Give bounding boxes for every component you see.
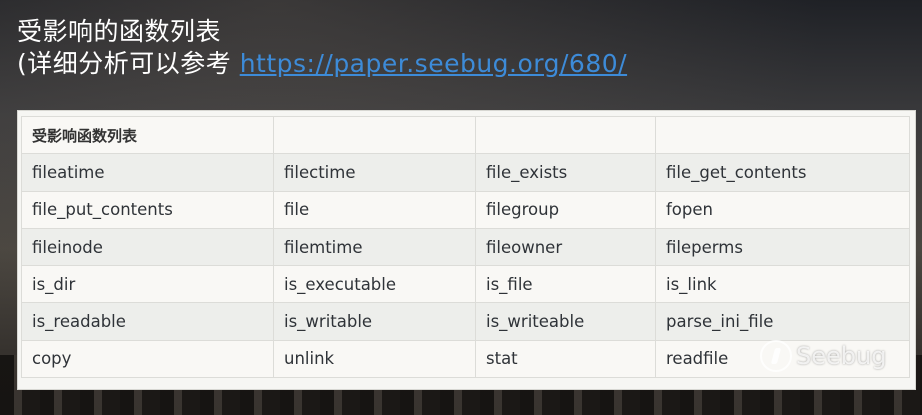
table-cell: parse_ini_file [655, 302, 910, 341]
table-cell: stat [475, 339, 656, 379]
table-row: fileinode filemtime fileowner fileperms [21, 227, 910, 267]
table-cell: copy [21, 339, 274, 379]
table-header-cell [475, 115, 656, 155]
table-row: fileatime filectime file_exists file_get… [21, 153, 910, 192]
table-cell: is_writeable [475, 302, 656, 341]
table-cell: file_get_contents [655, 153, 910, 192]
seebug-logo-icon [760, 340, 792, 372]
table-cell: filectime [273, 153, 476, 192]
table-cell: is_readable [21, 302, 274, 341]
table-row: file_put_contents file filegroup fopen [21, 190, 910, 229]
table-cell: filemtime [273, 227, 476, 267]
table-header-cell [655, 115, 910, 155]
table-cell: file [273, 190, 476, 229]
function-table: 受影响函数列表 fileatime filectime file_exists … [21, 115, 910, 379]
table-cell: fileinode [21, 227, 274, 267]
title-line-2: (详细分析可以参考 https://paper.seebug.org/680/ [17, 48, 627, 80]
title-line-1: 受影响的函数列表 [17, 17, 222, 46]
table-header-cell [273, 115, 476, 155]
table-cell: is_dir [21, 265, 274, 304]
table-cell: fileperms [655, 227, 910, 267]
table-cell: is_executable [273, 265, 476, 304]
reference-link[interactable]: https://paper.seebug.org/680/ [240, 49, 627, 78]
slide-title: 受影响的函数列表 (详细分析可以参考 https://paper.seebug.… [17, 16, 627, 80]
table-cell: unlink [273, 339, 476, 379]
table-row: is_readable is_writable is_writeable par… [21, 302, 910, 341]
table-cell: file_put_contents [21, 190, 274, 229]
table-cell: is_file [475, 265, 656, 304]
table-header-cell: 受影响函数列表 [21, 115, 274, 155]
table-cell: is_writable [273, 302, 476, 341]
table-cell: fileatime [21, 153, 274, 192]
table-cell: fopen [655, 190, 910, 229]
table-cell: file_exists [475, 153, 656, 192]
watermark-text: Seebug [796, 342, 887, 370]
title-line-2-prefix: (详细分析可以参考 [17, 49, 240, 78]
table-row: is_dir is_executable is_file is_link [21, 265, 910, 304]
seebug-watermark: Seebug [760, 340, 886, 372]
table-cell: filegroup [475, 190, 656, 229]
table-cell: fileowner [475, 227, 656, 267]
table-header-row: 受影响函数列表 [21, 115, 910, 155]
table-cell: is_link [655, 265, 910, 304]
